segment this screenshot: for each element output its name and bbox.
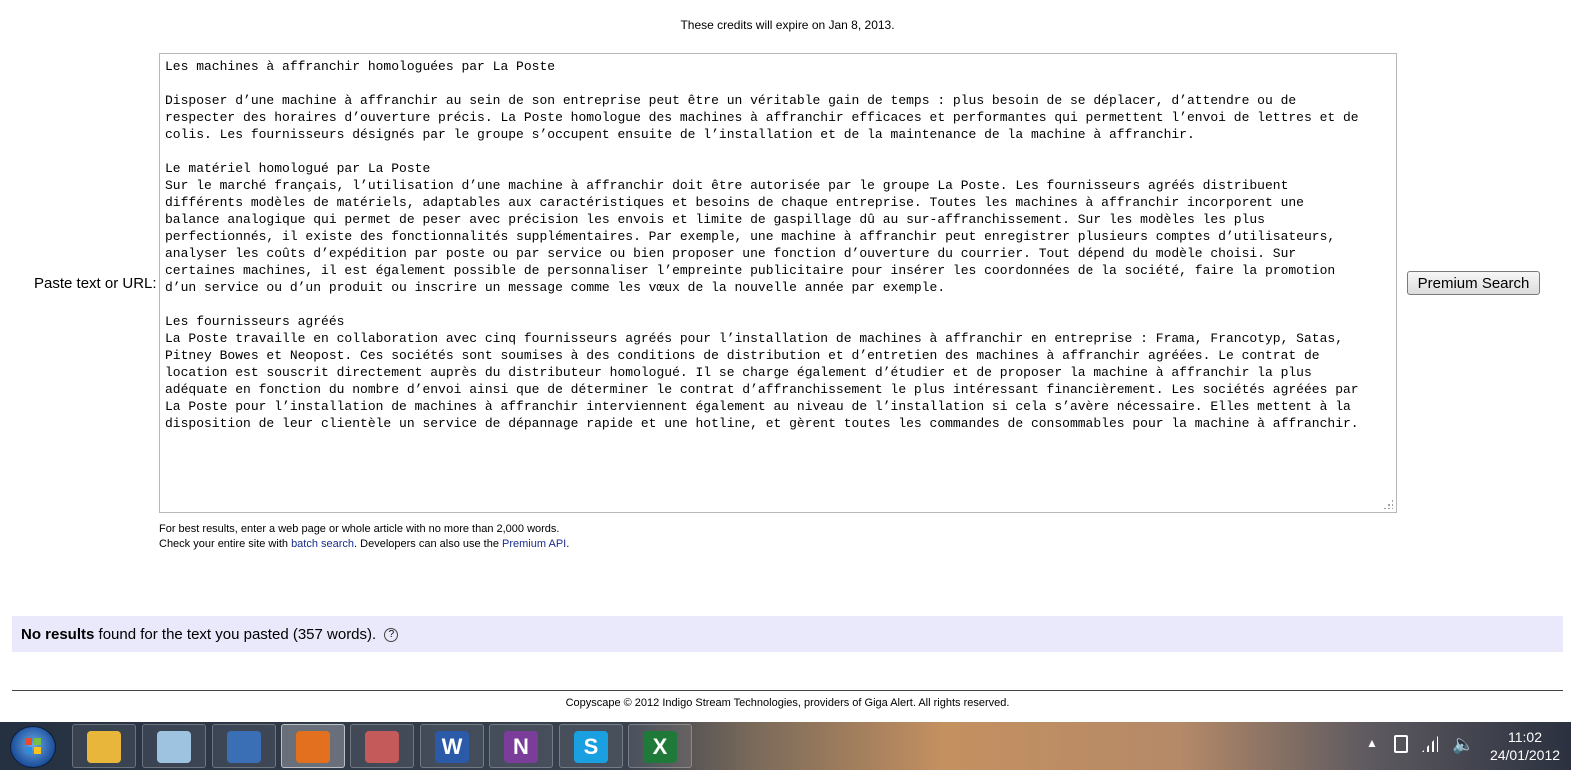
textarea-line: Le matériel homologué par La Poste: [165, 161, 431, 176]
textarea-line: respecter des horaires d’ouverture préci…: [165, 110, 1359, 125]
folder-icon: [87, 731, 121, 763]
system-clock[interactable]: 11:02 24/01/2012: [1485, 728, 1565, 764]
firefox-icon: [296, 731, 330, 763]
results-banner: No results found for the text you pasted…: [12, 616, 1563, 652]
show-hidden-icons-icon[interactable]: ▲: [1366, 736, 1378, 750]
results-text: found for the text you pasted (357 words…: [94, 626, 377, 643]
taskbar-app-excel[interactable]: X: [628, 724, 692, 768]
hint-suffix: .: [566, 538, 570, 550]
textarea-line: balance analogique qui permet de peser a…: [165, 212, 1265, 227]
skype-icon: S: [574, 731, 608, 763]
textarea-line: disposition de leur clientèle un service…: [165, 416, 1359, 431]
taskbar-app-skype[interactable]: S: [559, 724, 623, 768]
taskbar-app-folder[interactable]: [72, 724, 136, 768]
hint-line-2: Check your entire site with batch search…: [159, 538, 569, 550]
windows-taskbar: W N S X ▲ 🔈 11:02 24/01/2012: [0, 722, 1571, 770]
notepad-icon: [157, 731, 191, 763]
premium-api-link[interactable]: Premium API: [502, 538, 566, 550]
textarea-line: adéquate en fonction du nombre d’envoi a…: [165, 382, 1359, 397]
clock-time: 11:02: [1508, 729, 1542, 745]
excel-icon: X: [643, 731, 677, 763]
taskbar-app-firefox[interactable]: [281, 724, 345, 768]
batch-search-link[interactable]: batch search: [291, 538, 354, 550]
hint-prefix: Check your entire site with: [159, 538, 292, 550]
premium-search-button[interactable]: Premium Search: [1407, 271, 1540, 295]
textarea-line: perfectionnés, il existe des fonctionnal…: [165, 229, 1336, 244]
start-button[interactable]: [10, 726, 56, 768]
taskbar-app-scissors[interactable]: [350, 724, 414, 768]
footer-copyright: Copyscape © 2012 Indigo Stream Technolog…: [565, 697, 1010, 709]
textarea-line: colis. Les fournisseurs désignés par le …: [165, 127, 1195, 142]
footer-divider: [12, 690, 1563, 691]
word-icon: W: [435, 731, 469, 763]
taskbar-app-word[interactable]: W: [420, 724, 484, 768]
clock-date: 24/01/2012: [1489, 747, 1561, 763]
textarea-line: d’un service ou d’un produit ou inscrire…: [165, 280, 946, 295]
textarea-line: Les machines à affranchir homologuées pa…: [165, 59, 556, 74]
textarea-line: La Poste travaille en collaboration avec…: [165, 331, 1343, 346]
hint-middle: . Developers can also use the: [354, 538, 503, 550]
power-icon[interactable]: [1394, 735, 1408, 753]
taskbar-app-thunderbird[interactable]: [212, 724, 276, 768]
thunderbird-icon: [227, 731, 261, 763]
textarea-line: Disposer d’une machine à affranchir au s…: [165, 93, 1297, 108]
textarea-line: [165, 75, 1391, 92]
textarea-line: Pitney Bowes et Neopost. Ces sociétés so…: [165, 348, 1320, 363]
textarea-line: [165, 296, 1391, 313]
results-bold: No results: [21, 626, 95, 643]
textarea-line: certaines machines, il est également pos…: [165, 263, 1336, 278]
textarea-line: Les fournisseurs agréés: [165, 314, 345, 329]
paste-textarea[interactable]: Les machines à affranchir homologuées pa…: [159, 53, 1397, 513]
resize-grip-icon[interactable]: [1383, 499, 1393, 509]
textarea-line: Sur le marché français, l’utilisation d’…: [165, 178, 1289, 193]
help-icon[interactable]: ?: [384, 628, 399, 643]
textarea-line: différents modèles de matériels, adaptab…: [165, 195, 1304, 210]
textarea-line: location est souscrit directement auprès…: [165, 365, 1312, 380]
textarea-line: La Poste pour l’installation de machines…: [165, 399, 1351, 414]
credits-expiry-note: These credits will expire on Jan 8, 2013…: [680, 18, 895, 32]
paste-label: Paste text or URL:: [34, 275, 157, 292]
volume-icon[interactable]: 🔈: [1452, 734, 1474, 755]
taskbar-app-onenote[interactable]: N: [489, 724, 553, 768]
taskbar-app-notepad[interactable]: [142, 724, 206, 768]
network-icon[interactable]: [1422, 736, 1438, 752]
scissors-icon: [365, 731, 399, 763]
textarea-line: analyser les coûts d’expédition par post…: [165, 246, 1297, 261]
onenote-icon: N: [504, 731, 538, 763]
textarea-line: [165, 143, 1391, 160]
windows-logo-icon: [25, 738, 41, 754]
hint-line-1: For best results, enter a web page or wh…: [159, 523, 560, 535]
